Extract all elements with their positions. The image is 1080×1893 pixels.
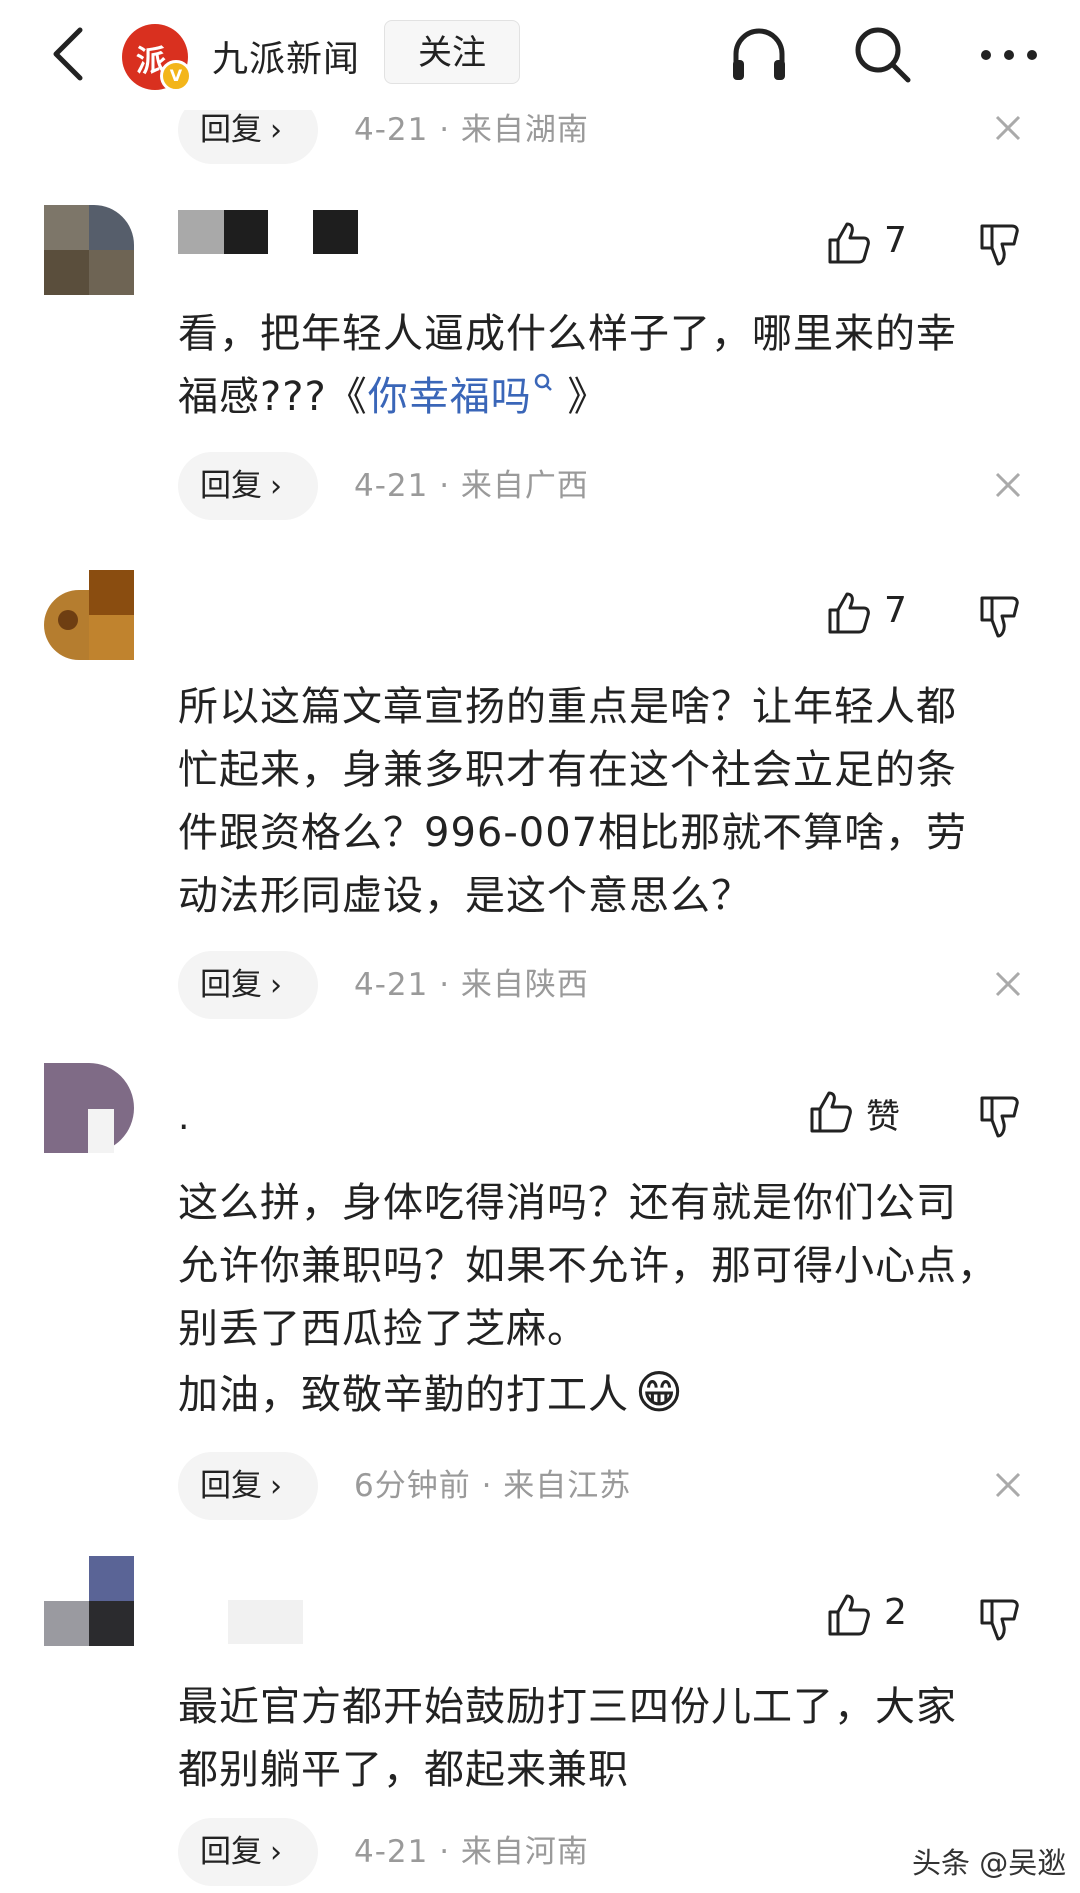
comment-text: 看，把年轻人逼成什么样子了，哪里来的幸 福感???《你幸福吗 》 [178,303,1018,429]
username[interactable]: . [178,1096,218,1140]
like-count: 7 [884,590,907,631]
back-arrow-icon[interactable] [44,24,94,84]
comment-line: 福感???《你幸福吗 》 [178,366,1018,429]
comment-meta: 4-21 · 来自陕西 [354,967,589,1003]
reply-button[interactable]: 回复 › [178,1452,318,1520]
comment-line: 允许你兼职吗？如果不允许，那可得小心点， [178,1243,998,1289]
comment-line: 这么拼，身体吃得消吗？还有就是你们公司 [178,1180,957,1226]
search-small-icon[interactable] [532,372,554,398]
comment-text-fragment: 福感???《 [178,374,368,420]
thumbs-down-icon[interactable] [978,594,1024,640]
thumbs-down-icon[interactable] [978,1597,1024,1643]
reply-label: 回复 [200,112,262,148]
comment-meta: 4-21 · 来自河南 [354,1834,589,1870]
close-x-icon[interactable] [992,968,1024,1000]
thumbs-down-icon[interactable] [978,1094,1024,1140]
thumbs-up-icon[interactable] [826,1592,872,1638]
avatar[interactable] [44,1556,134,1646]
headphones-icon[interactable] [726,22,792,88]
account-avatar[interactable]: 派 V [122,24,192,92]
thumbs-up-icon[interactable] [826,590,872,636]
verified-badge-icon: V [160,60,192,92]
reply-button[interactable]: 回复 › [178,1818,318,1886]
topic-link[interactable]: 你幸福吗 [368,374,532,420]
like-count: 2 [884,1592,907,1633]
more-dots-icon[interactable] [976,22,1042,88]
comment-line: 看，把年轻人逼成什么样子了，哪里来的幸 [178,311,957,357]
reply-label: 回复 [200,468,262,504]
comment-text-fragment: 》 [553,374,609,420]
search-icon[interactable] [850,22,916,88]
chevron-right-icon: › [270,469,282,504]
close-x-icon[interactable] [992,1469,1024,1501]
comment-meta: 4-21 · 来自广西 [354,468,589,504]
like-count: 7 [884,220,907,261]
reply-label: 回复 [200,1468,262,1504]
comment-meta: 6分钟前 · 来自江苏 [354,1468,632,1504]
thumbs-down-icon[interactable] [978,222,1024,268]
avatar[interactable] [44,1063,134,1153]
reply-button[interactable]: 回复 › [178,452,318,520]
account-name[interactable]: 九派新闻 [212,30,360,82]
avatar[interactable] [44,570,134,660]
reply-button[interactable]: 回复 › [178,951,318,1019]
watermark: 头条 @吴逖 [912,1846,1067,1880]
close-x-icon[interactable] [992,469,1024,501]
like-label: 赞 [866,1097,900,1137]
follow-button[interactable]: 关注 [384,20,520,84]
top-navigation-bar: 派 V 九派新闻 关注 [0,0,1080,110]
chevron-right-icon: › [270,113,282,148]
reply-label: 回复 [200,967,262,1003]
comment-text: 最近官方都开始鼓励打三四份儿工了，大家 都别躺平了，都起来兼职 [178,1676,1018,1802]
comment-line: 忙起来，身兼多职才有在这个社会立足的条 [178,747,957,793]
grin-emoji: 😁 [635,1365,684,1419]
close-x-icon[interactable] [992,112,1024,144]
reply-label: 回复 [200,1834,262,1870]
comment-line: 所以这篇文章宣扬的重点是啥？让年轻人都 [178,684,957,730]
comment-text-fragment: 加油，致敬辛勤的打工人 [178,1372,629,1418]
comment-line: 最近官方都开始鼓励打三四份儿工了，大家 [178,1684,957,1730]
chevron-right-icon: › [270,1469,282,1504]
username-redacted[interactable] [178,210,358,254]
comment-line: 都别躺平了，都起来兼职 [178,1747,629,1793]
comment-text: 这么拼，身体吃得消吗？还有就是你们公司 允许你兼职吗？如果不允许，那可得小心点，… [178,1172,1018,1427]
username-redacted[interactable] [178,1600,398,1644]
thumbs-up-icon[interactable] [826,220,872,266]
comment-line: 动法形同虚设，是这个意思么？ [178,873,752,919]
comment-line: 加油，致敬辛勤的打工人 😁 [178,1361,1018,1427]
comment-text: 所以这篇文章宣扬的重点是啥？让年轻人都 忙起来，身兼多职才有在这个社会立足的条 … [178,676,1018,928]
chevron-right-icon: › [270,1835,282,1870]
thumbs-up-icon[interactable] [808,1089,854,1135]
avatar[interactable] [44,205,134,295]
chevron-right-icon: › [270,968,282,1003]
comment-line: 件跟资格么？996-007相比那就不算啥，劳 [178,810,968,856]
comment-line: 别丢了西瓜捡了芝麻。 [178,1306,588,1352]
